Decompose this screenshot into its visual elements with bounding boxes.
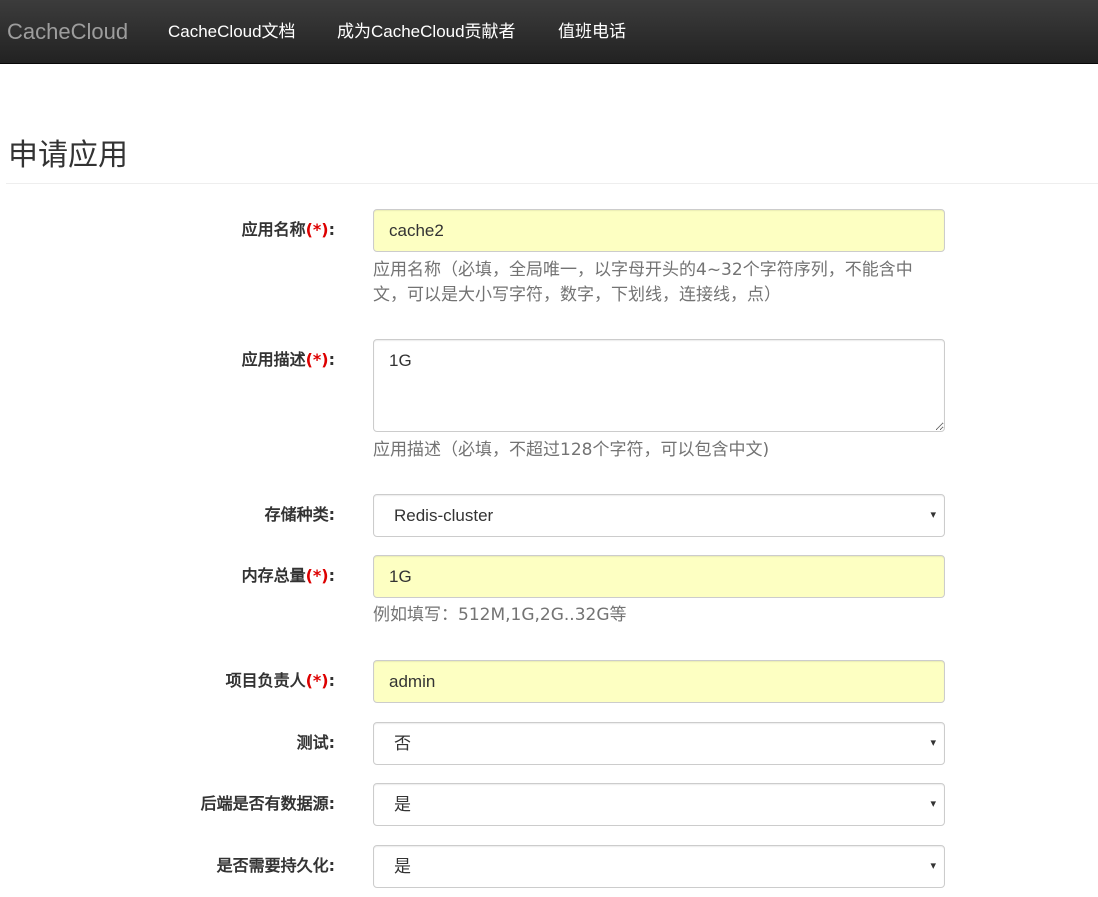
owner-label-colon: : [328, 671, 335, 690]
app-name-help-line2: 文，可以是大小写字符，数字，下划线，连接线，点） [373, 285, 781, 305]
persistence-selected: 是 [394, 857, 411, 876]
owner-input[interactable] [373, 660, 945, 703]
backend-source-label: 后端是否有数据源: [200, 794, 335, 813]
is-test-select[interactable]: 否 ▾ [373, 722, 945, 765]
app-name-input[interactable] [373, 209, 945, 252]
app-desc-textarea[interactable]: 1G [373, 339, 945, 432]
memory-total-label-colon: : [328, 566, 335, 585]
app-desc-label-text: 应用描述 [241, 350, 306, 369]
app-name-label-colon: : [328, 220, 335, 239]
app-name-label-text: 应用名称 [241, 220, 306, 239]
brand-link[interactable]: CacheCloud [7, 18, 128, 46]
is-test-label: 测试: [296, 733, 335, 752]
nav-link-duty-phone[interactable]: 值班电话 [558, 20, 626, 44]
app-name-required-marker: (*) [305, 220, 329, 239]
app-desc-required-marker: (*) [305, 350, 329, 369]
storage-type-select[interactable]: Redis-cluster ▾ [373, 494, 945, 537]
page-title: 申请应用 [8, 138, 128, 173]
nav-link-contributor[interactable]: 成为CacheCloud贡献者 [337, 20, 516, 44]
owner-label-text: 项目负责人 [225, 671, 306, 690]
memory-total-help: 例如填写：512M,1G,2G..32G等 [373, 605, 627, 625]
storage-type-label: 存储种类: [264, 505, 335, 524]
app-name-label: 应用名称(*): [242, 219, 335, 241]
title-divider [6, 183, 1098, 184]
nav-link-docs[interactable]: CacheCloud文档 [168, 20, 296, 44]
memory-total-input[interactable] [373, 555, 945, 598]
backend-source-selected: 是 [394, 795, 411, 814]
memory-total-required-marker: (*) [305, 566, 329, 585]
app-desc-help: 应用描述（必填，不超过128个字符，可以包含中文) [373, 440, 770, 460]
owner-required-marker: (*) [305, 671, 329, 690]
persistence-select[interactable]: 是 ▾ [373, 845, 945, 888]
app-desc-label: 应用描述(*): [242, 349, 335, 371]
app-desc-label-colon: : [328, 350, 335, 369]
memory-total-label: 内存总量(*): [242, 565, 335, 587]
is-test-selected: 否 [394, 734, 411, 753]
app-name-help-line1: 应用名称（必填，全局唯一，以字母开头的4~32个字符序列，不能含中 [373, 260, 913, 280]
app-name-help: 应用名称（必填，全局唯一，以字母开头的4~32个字符序列，不能含中 文，可以是大… [373, 258, 948, 308]
storage-type-selected: Redis-cluster [394, 506, 494, 525]
backend-source-select[interactable]: 是 ▾ [373, 783, 945, 826]
chevron-down-icon: ▾ [930, 860, 936, 872]
memory-total-label-text: 内存总量 [241, 566, 306, 585]
owner-label: 项目负责人(*): [226, 670, 335, 692]
persistence-label: 是否需要持久化: [216, 856, 335, 875]
top-navbar: CacheCloud CacheCloud文档 成为CacheCloud贡献者 … [0, 0, 1098, 64]
chevron-down-icon: ▾ [930, 798, 936, 810]
chevron-down-icon: ▾ [930, 509, 936, 521]
chevron-down-icon: ▾ [930, 737, 936, 749]
